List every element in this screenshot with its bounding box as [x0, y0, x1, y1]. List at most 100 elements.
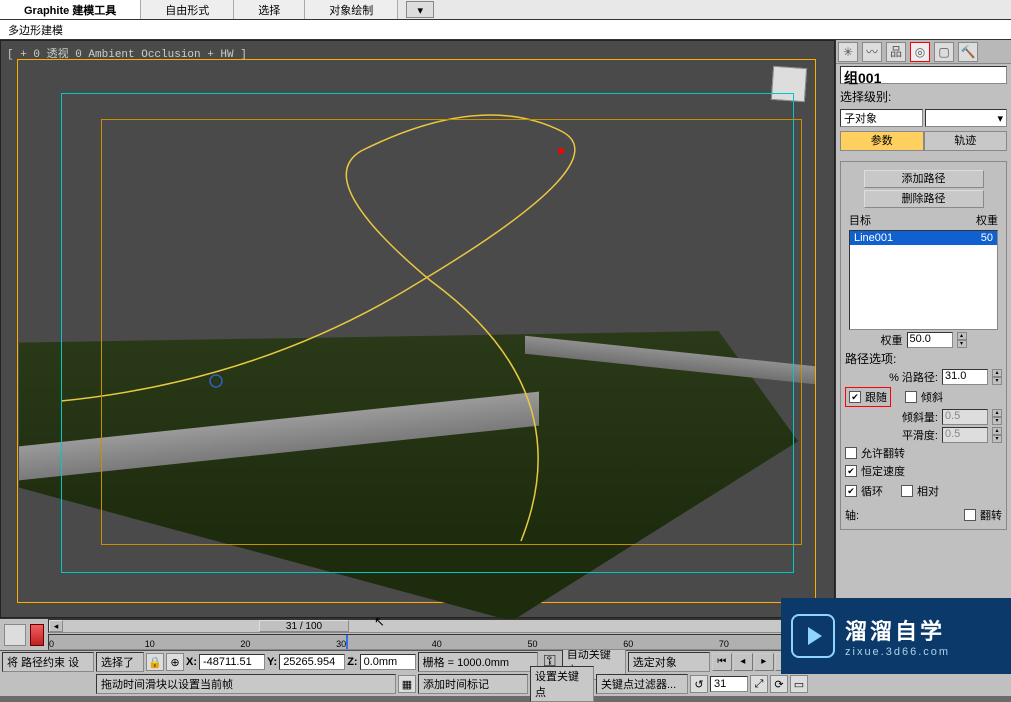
tab-params[interactable]: 参数	[840, 131, 924, 151]
path-params-group: 添加路径 删除路径 目标 权重 Line001 50 权重 50.0 ▴▾	[840, 161, 1007, 530]
tab-graphite[interactable]: Graphite 建模工具	[0, 0, 141, 19]
const-speed-label: 恒定速度	[861, 463, 905, 479]
path-options-label: 路径选项:	[845, 350, 1002, 367]
object-name-field[interactable]: 组001	[840, 66, 1007, 84]
loop-label: 循环	[861, 483, 883, 499]
weight-spin-buttons[interactable]: ▴▾	[957, 332, 967, 348]
hint-text: 拖动时间滑块以设置当前帧	[96, 674, 396, 694]
logo-cn: 溜溜自学	[845, 614, 950, 646]
key-mode-icon[interactable]: ↺	[690, 675, 708, 693]
lock-icon[interactable]: 🔒	[146, 653, 164, 671]
along-path-spin-buttons[interactable]: ▴▾	[992, 369, 1002, 385]
const-speed-checkbox[interactable]: ✔	[845, 465, 857, 477]
tab-select[interactable]: 选择	[234, 0, 305, 19]
setkey-button[interactable]: 设置关键点	[530, 666, 594, 702]
z-field[interactable]: 0.0mm	[360, 654, 416, 670]
weight-spinner[interactable]: 50.0	[907, 332, 953, 348]
tab-objectpaint[interactable]: 对象绘制	[305, 0, 398, 19]
along-path-label: % 沿路径:	[889, 369, 938, 385]
time-slider-left[interactable]: ◂	[49, 620, 63, 632]
watermark-logo: 溜溜自学 zixue.3d66.com	[781, 598, 1011, 674]
y-field[interactable]: 25265.954	[279, 654, 345, 670]
delete-path-button[interactable]: 删除路径	[864, 190, 984, 208]
utilities-panel-icon[interactable]: 🔨	[958, 42, 978, 62]
time-slider-thumb[interactable]: 31 / 100	[259, 620, 349, 632]
follow-checkbox[interactable]: ✔	[849, 391, 861, 403]
ruler-tick: 50	[528, 639, 538, 649]
ruler-tick: 10	[145, 639, 155, 649]
select-level-label: 选择级别:	[840, 88, 1007, 105]
tilt-amount-label: 倾斜量:	[902, 409, 938, 425]
viewport[interactable]: [ + 0 透视 0 Ambient Occlusion + HW ]	[0, 40, 835, 618]
x-label: X:	[186, 656, 197, 668]
follow-checkbox-highlight: ✔ 跟随	[845, 387, 891, 407]
transport-play[interactable]: ▸	[754, 653, 774, 671]
ruler-tick: 20	[240, 639, 250, 649]
selection-count: 选择了	[96, 652, 144, 672]
tilt-amount-spinner: 0.5	[942, 409, 988, 425]
relative-checkbox[interactable]	[901, 485, 913, 497]
ruler-tick: 40	[432, 639, 442, 649]
tilt-label: 倾斜	[921, 389, 943, 405]
target-listbox[interactable]: Line001 50	[849, 230, 998, 330]
y-label: Y:	[267, 656, 277, 668]
grid-readout: 栅格 = 1000.0mm	[418, 652, 538, 672]
time-tag-icon[interactable]: ▦	[398, 675, 416, 693]
smooth-label: 平滑度:	[902, 427, 938, 443]
coord-toggle-icon[interactable]: ⊕	[166, 653, 184, 671]
list-item[interactable]: Line001 50	[850, 231, 997, 245]
follow-label: 跟随	[865, 389, 887, 405]
ribbon-tabs: Graphite 建模工具 自由形式 选择 对象绘制 ▾	[0, 0, 1011, 20]
tilt-checkbox[interactable]	[905, 391, 917, 403]
cursor-icon: ↖	[374, 614, 385, 630]
transport-start[interactable]: ⏮	[712, 653, 732, 671]
add-path-button[interactable]: 添加路径	[864, 170, 984, 188]
subobj-combo[interactable]: ▾	[925, 109, 1008, 127]
hierarchy-panel-icon[interactable]: 品	[886, 42, 906, 62]
list-item-name: Line001	[854, 232, 981, 244]
create-panel-icon[interactable]: ✳	[838, 42, 858, 62]
nav-icon-4[interactable]: ⟳	[770, 675, 788, 693]
time-config-icon[interactable]	[4, 624, 26, 646]
ruler-tick: 60	[623, 639, 633, 649]
ruler-tick: 0	[49, 639, 54, 649]
tab-track[interactable]: 轨迹	[924, 131, 1008, 151]
relative-label: 相对	[917, 483, 939, 499]
modify-panel-icon[interactable]: 〰	[862, 42, 882, 62]
flip-label: 翻转	[980, 507, 1002, 523]
motion-panel-icon[interactable]: ◎	[910, 42, 930, 62]
selected-obj-combo[interactable]: 选定对象	[628, 652, 710, 672]
key-filter-button[interactable]: 关键点过滤器...	[596, 674, 688, 694]
subobj-button[interactable]: 子对象	[840, 109, 923, 127]
tab-freeform[interactable]: 自由形式	[141, 0, 234, 19]
subribbon-polymodel[interactable]: 多边形建模	[0, 20, 1011, 40]
loop-checkbox[interactable]: ✔	[845, 485, 857, 497]
allow-flip-label: 允许翻转	[861, 445, 905, 461]
display-panel-icon[interactable]: ▢	[934, 42, 954, 62]
chevron-down-icon: ▾	[997, 112, 1003, 125]
axis-label: 轴:	[845, 507, 859, 523]
nav-icon-5[interactable]: ▭	[790, 675, 808, 693]
allow-flip-checkbox[interactable]	[845, 447, 857, 459]
weight-header: 权重	[976, 212, 998, 228]
flip-checkbox[interactable]	[964, 509, 976, 521]
ruler-tick: 30	[336, 639, 346, 649]
target-header: 目标	[849, 212, 976, 228]
smooth-spinner: 0.5	[942, 427, 988, 443]
frame-field[interactable]: 31	[710, 676, 748, 692]
add-time-marker[interactable]: 添加时间标记	[418, 674, 528, 694]
time-start-marker[interactable]	[30, 624, 44, 646]
transport-prev[interactable]: ◂	[733, 653, 753, 671]
tilt-amount-spin-buttons: ▴▾	[992, 409, 1002, 425]
ruler-tick: 70	[719, 639, 729, 649]
command-panel: ✳ 〰 品 ◎ ▢ 🔨 组001 选择级别: 子对象 ▾ 参数 轨迹 添加路径 …	[835, 40, 1011, 618]
z-label: Z:	[347, 656, 357, 668]
play-logo-icon	[791, 614, 835, 658]
smooth-spin-buttons: ▴▾	[992, 427, 1002, 443]
bottom-left-msg: 将 路径约束 设	[2, 652, 94, 672]
along-path-spinner[interactable]: 31.0	[942, 369, 988, 385]
x-field[interactable]: -48711.51	[199, 654, 265, 670]
ribbon-dropdown[interactable]: ▾	[406, 1, 434, 18]
nav-icon-3[interactable]: ⤢	[750, 675, 768, 693]
logo-en: zixue.3d66.com	[845, 646, 950, 658]
